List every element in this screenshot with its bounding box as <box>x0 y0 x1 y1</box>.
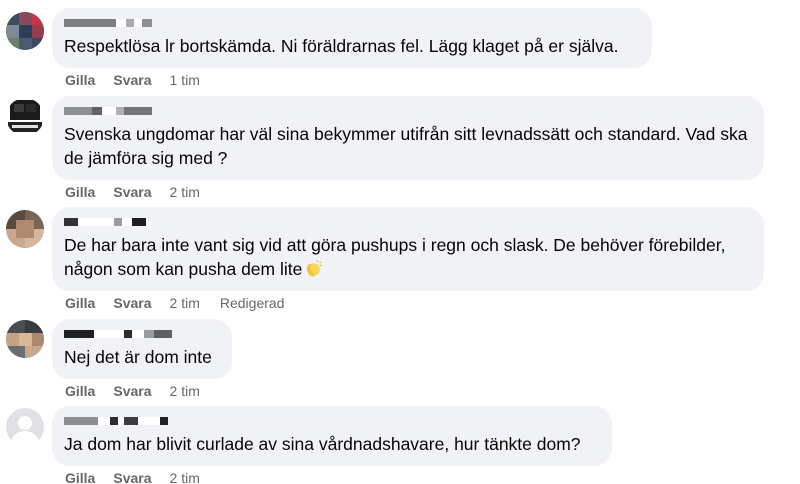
avatar[interactable] <box>6 12 44 50</box>
like-button[interactable]: Gilla <box>65 184 95 200</box>
timestamp[interactable]: 2 tim <box>170 295 200 311</box>
timestamp[interactable]: 2 tim <box>170 383 200 399</box>
like-button[interactable]: Gilla <box>65 470 95 484</box>
comment-actions: Gilla Svara 2 tim <box>65 383 218 399</box>
timestamp[interactable]: 2 tim <box>170 470 200 484</box>
avatar[interactable] <box>6 408 44 446</box>
redacted-author-name[interactable] <box>64 16 638 30</box>
comment-bubble: Respektlösa lr bortskämda. Ni föräldrarn… <box>52 8 652 68</box>
comment-bubble: Ja dom har blivit curlade av sina vårdna… <box>52 406 612 466</box>
comment-text-body: De har bara inte vant sig vid att göra p… <box>64 235 731 279</box>
redacted-author-name[interactable] <box>64 104 750 118</box>
comment-actions: Gilla Svara 2 tim <box>65 184 218 200</box>
avatar[interactable] <box>6 98 44 136</box>
comment-bubble: De har bara inte vant sig vid att göra p… <box>52 207 764 291</box>
reply-button[interactable]: Svara <box>113 383 151 399</box>
avatar[interactable] <box>6 210 44 248</box>
avatar[interactable] <box>6 320 44 358</box>
like-button[interactable]: Gilla <box>65 72 95 88</box>
redacted-author-name[interactable] <box>64 327 218 341</box>
redacted-author-name[interactable] <box>64 414 598 428</box>
comment-actions: Gilla Svara 2 tim <box>65 470 218 484</box>
comment-text: Respektlösa lr bortskämda. Ni föräldrarn… <box>64 36 619 56</box>
comment-bubble: Svenska ungdomar har väl sina bekymmer u… <box>52 96 764 180</box>
comment-text: Ja dom har blivit curlade av sina vårdna… <box>64 434 581 454</box>
reply-button[interactable]: Svara <box>113 72 151 88</box>
comment-text: De har bara inte vant sig vid att göra p… <box>64 233 750 281</box>
edited-label[interactable]: Redigerad <box>220 295 285 311</box>
clapping-hands-icon <box>304 260 322 278</box>
like-button[interactable]: Gilla <box>65 295 95 311</box>
comment-actions: Gilla Svara 1 tim <box>65 72 218 88</box>
comment-feed: Respektlösa lr bortskämda. Ni föräldrarn… <box>0 0 800 484</box>
timestamp[interactable]: 2 tim <box>170 184 200 200</box>
comment-actions: Gilla Svara 2 tim Redigerad <box>65 295 284 311</box>
comment-text: Svenska ungdomar har väl sina bekymmer u… <box>64 124 753 168</box>
comment-text: Nej det är dom inte <box>64 347 212 367</box>
timestamp[interactable]: 1 tim <box>170 72 200 88</box>
comment-bubble: Nej det är dom inte <box>52 319 232 379</box>
reply-button[interactable]: Svara <box>113 470 151 484</box>
reply-button[interactable]: Svara <box>113 184 151 200</box>
like-button[interactable]: Gilla <box>65 383 95 399</box>
reply-button[interactable]: Svara <box>113 295 151 311</box>
redacted-author-name[interactable] <box>64 215 750 229</box>
